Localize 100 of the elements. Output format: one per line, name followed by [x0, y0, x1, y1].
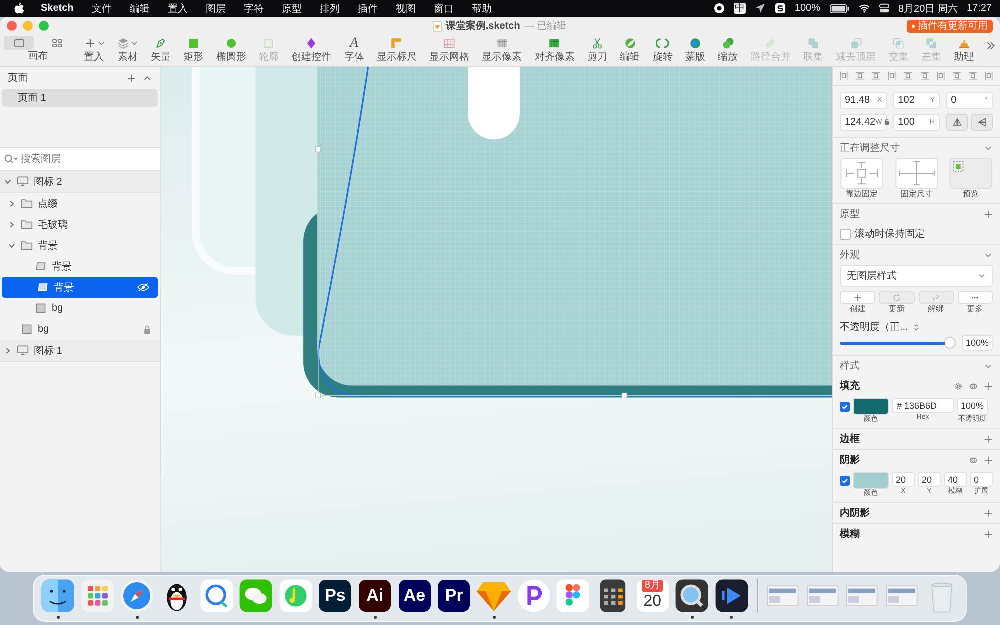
fill-opacity-field[interactable]: 100% — [957, 398, 988, 415]
layer-row[interactable]: 背景 — [2, 277, 158, 298]
color-swatch[interactable] — [853, 398, 889, 415]
menu-item[interactable]: 窗口 — [434, 2, 454, 16]
add-icon[interactable] — [984, 210, 993, 218]
app-tile[interactable]: Ai — [359, 580, 392, 612]
disclosure-chevron-icon[interactable] — [8, 242, 16, 250]
layer-style-dropdown[interactable]: 无图层样式 — [840, 265, 993, 287]
layer-row[interactable]: 毛玻璃 — [0, 214, 160, 235]
design-canvas[interactable] — [161, 67, 832, 572]
menu-item[interactable]: 字符 — [244, 2, 264, 16]
wifi-icon[interactable] — [858, 3, 870, 14]
add-icon[interactable] — [984, 434, 993, 444]
toolbar-button[interactable]: 矩形 — [182, 36, 205, 64]
menu-bar-time[interactable]: 17:27 — [966, 3, 992, 14]
create-style-button[interactable] — [840, 291, 876, 304]
app-tile[interactable]: Ps — [319, 580, 352, 612]
view-toggle-button[interactable] — [4, 36, 34, 50]
menu-item[interactable]: 视图 — [396, 2, 416, 16]
add-icon[interactable] — [984, 382, 993, 390]
layer-row[interactable]: 背景 — [0, 256, 160, 277]
menu-item[interactable]: 排列 — [320, 2, 340, 16]
disclosure-chevron-icon[interactable] — [4, 346, 12, 354]
toolbar-button[interactable]: 素材 — [116, 36, 140, 64]
gear-icon[interactable] — [954, 382, 963, 390]
disclosure-chevron-icon[interactable] — [8, 200, 16, 208]
toolbar-button[interactable]: 对齐像素 — [534, 36, 576, 64]
letter-p-circle-icon[interactable] — [516, 578, 552, 614]
toolbar-button[interactable]: 编辑 — [619, 36, 642, 64]
align-icon[interactable] — [968, 71, 978, 81]
toolbar-button[interactable]: 蒙版 — [684, 36, 706, 64]
send-arrow-icon[interactable] — [754, 3, 766, 14]
toolbar-button[interactable]: 椭圆形 — [215, 36, 248, 64]
toolbar-button[interactable]: 显示网格 — [428, 36, 471, 64]
close-button[interactable] — [7, 21, 17, 31]
shadow-x-field[interactable]: 20 — [892, 472, 915, 487]
shadow-y-field[interactable]: 20 — [918, 472, 941, 487]
checkbox[interactable] — [840, 228, 851, 240]
input-method-indicator[interactable]: 中 — [734, 3, 746, 14]
shadow-blur-field[interactable]: 40 — [944, 472, 967, 487]
menu-item[interactable]: 帮助 — [472, 2, 492, 16]
align-icon[interactable] — [936, 71, 946, 81]
finder-icon[interactable] — [40, 578, 76, 614]
app-tile[interactable]: Pr — [438, 580, 470, 612]
chat-bubbles-icon[interactable] — [238, 578, 274, 614]
apple-icon[interactable] — [14, 2, 25, 14]
music-note-icon[interactable] — [278, 578, 314, 614]
layer-search-field[interactable]: 搜索图层 — [0, 148, 160, 170]
fixed-size-control[interactable] — [894, 158, 938, 189]
s-logo-icon[interactable] — [774, 3, 786, 14]
flip-horizontal-button[interactable] — [946, 114, 968, 131]
align-icon[interactable] — [855, 71, 866, 81]
color-swatch[interactable] — [853, 472, 889, 489]
zoom-button[interactable] — [39, 21, 49, 31]
eye-slash-icon[interactable] — [137, 283, 150, 292]
layer-row[interactable]: bg — [0, 319, 160, 340]
layer-row[interactable]: 图标 1 — [0, 340, 160, 362]
menu-item[interactable]: 原型 — [282, 2, 302, 16]
page-item[interactable]: 页面 1 — [2, 89, 158, 107]
align-icon[interactable] — [903, 71, 914, 81]
align-icon[interactable] — [839, 71, 850, 81]
toolbar-button[interactable]: 剪刀 — [586, 36, 609, 64]
toolbar-button[interactable]: 显示像素 — [481, 36, 524, 64]
toolbar-button[interactable]: 显示标尺 — [376, 36, 418, 64]
calendar-tile[interactable]: 8月 20 — [636, 580, 669, 612]
toolbar-button[interactable]: 置入 — [82, 36, 106, 64]
add-icon[interactable] — [984, 456, 993, 464]
align-icon[interactable] — [871, 71, 882, 81]
chat-bubble-icon[interactable] — [198, 578, 235, 614]
add-icon[interactable] — [984, 508, 993, 518]
layer-row[interactable]: 点缀 — [0, 193, 160, 214]
add-icon[interactable] — [127, 74, 136, 82]
toolbar-button[interactable]: A 字体 — [343, 36, 366, 64]
disclosure-chevron-icon[interactable] — [4, 178, 12, 186]
toolbar-button[interactable]: 创建控件 — [290, 36, 333, 64]
align-icon[interactable] — [887, 71, 898, 81]
link-icon[interactable] — [969, 382, 978, 390]
control-center-icon[interactable] — [878, 3, 890, 14]
align-icon[interactable] — [984, 71, 994, 81]
checkbox[interactable] — [840, 402, 850, 412]
double-chevron-icon[interactable] — [986, 41, 996, 51]
menu-bar-date[interactable]: 8月20日 周六 — [898, 2, 958, 16]
layer-row[interactable]: bg — [0, 298, 160, 319]
toolbar-button[interactable]: 助理 — [953, 36, 976, 64]
menu-item[interactable]: 编辑 — [130, 2, 150, 16]
stepper-icon[interactable] — [913, 322, 920, 332]
pin-edges-control[interactable] — [840, 158, 884, 189]
battery-icon[interactable] — [830, 4, 850, 14]
menu-item[interactable]: 插件 — [358, 2, 378, 16]
layer-row[interactable]: 背景 — [0, 235, 160, 256]
figma-shapes-icon[interactable] — [555, 578, 592, 614]
align-icon[interactable] — [952, 71, 962, 81]
layer-row[interactable]: 图标 2 — [0, 171, 160, 193]
lock-icon[interactable] — [143, 324, 152, 334]
magnifier-q-icon[interactable] — [674, 578, 710, 614]
record-icon[interactable] — [714, 3, 725, 14]
add-icon[interactable] — [984, 530, 993, 538]
hex-field[interactable]: # 136B6D — [892, 398, 954, 413]
toolbar-button[interactable]: 矢量 — [150, 36, 172, 64]
link-icon[interactable] — [969, 456, 978, 464]
